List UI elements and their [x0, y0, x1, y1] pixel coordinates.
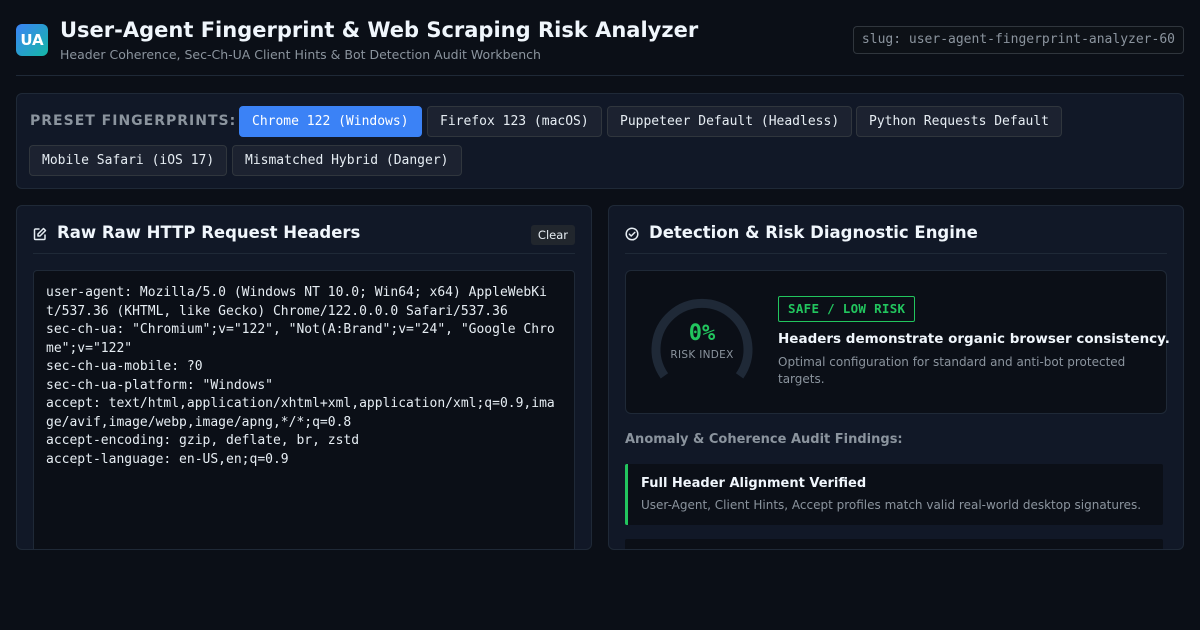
page-subtitle: Header Coherence, Sec-Ch-UA Client Hints…: [60, 47, 541, 62]
risk-summary-card: 0% RISK INDEX SAFE / LOW RISK Headers de…: [625, 270, 1170, 414]
preset-chrome-122-windows[interactable]: Chrome 122 (Windows): [239, 106, 422, 137]
preset-mobile-safari-ios17[interactable]: Mobile Safari (iOS 17): [29, 145, 228, 176]
risk-headline: Headers demonstrate organic browser cons…: [778, 331, 1170, 347]
page-title: User-Agent Fingerprint & Web Scraping Ri…: [60, 18, 699, 42]
clear-button[interactable]: Clear: [530, 225, 575, 245]
findings-heading: Anomaly & Coherence Audit Findings:: [625, 432, 903, 447]
slug-badge: slug: user-agent-fingerprint-analyzer-60: [852, 26, 1184, 54]
finding-title: Full Header Alignment Verified: [641, 476, 867, 491]
finding-item-next: [625, 539, 1163, 549]
preset-puppeteer-headless[interactable]: Puppeteer Default (Headless): [607, 106, 853, 137]
risk-index-label: RISK INDEX: [670, 349, 734, 361]
finding-item: Full Header Alignment Verified User-Agen…: [625, 464, 1163, 525]
presets-label: PRESET FINGERPRINTS:: [30, 113, 237, 129]
edit-icon: [33, 226, 49, 242]
raw-headers-panel-header: Raw Raw HTTP Request Headers Clear: [33, 206, 575, 254]
risk-description: Optimal configuration for standard and a…: [778, 355, 1126, 386]
raw-headers-title: Raw Raw HTTP Request Headers: [57, 223, 361, 242]
raw-headers-textarea[interactable]: user-agent: Mozilla/5.0 (Windows NT 10.0…: [33, 270, 575, 549]
raw-headers-panel: Raw Raw HTTP Request Headers Clear user-…: [16, 205, 592, 550]
preset-firefox-123-macos[interactable]: Firefox 123 (macOS): [427, 106, 602, 137]
app-header: UA User-Agent Fingerprint & Web Scraping…: [16, 16, 1184, 76]
preset-python-requests[interactable]: Python Requests Default: [856, 106, 1063, 137]
diagnostic-panel-header: Detection & Risk Diagnostic Engine: [625, 206, 1167, 254]
finding-description: User-Agent, Client Hints, Accept profile…: [641, 498, 1142, 512]
app-logo: UA: [16, 24, 48, 56]
preset-fingerprints-bar: PRESET FINGERPRINTS: Chrome 122 (Windows…: [16, 93, 1184, 189]
risk-status-badge: SAFE / LOW RISK: [778, 296, 916, 322]
diagnostic-panel: Detection & Risk Diagnostic Engine 0% RI…: [608, 205, 1184, 550]
check-circle-icon: [625, 226, 641, 242]
diagnostic-title: Detection & Risk Diagnostic Engine: [649, 223, 978, 242]
risk-index-value: 0%: [688, 321, 716, 346]
preset-mismatched-hybrid[interactable]: Mismatched Hybrid (Danger): [232, 145, 462, 176]
